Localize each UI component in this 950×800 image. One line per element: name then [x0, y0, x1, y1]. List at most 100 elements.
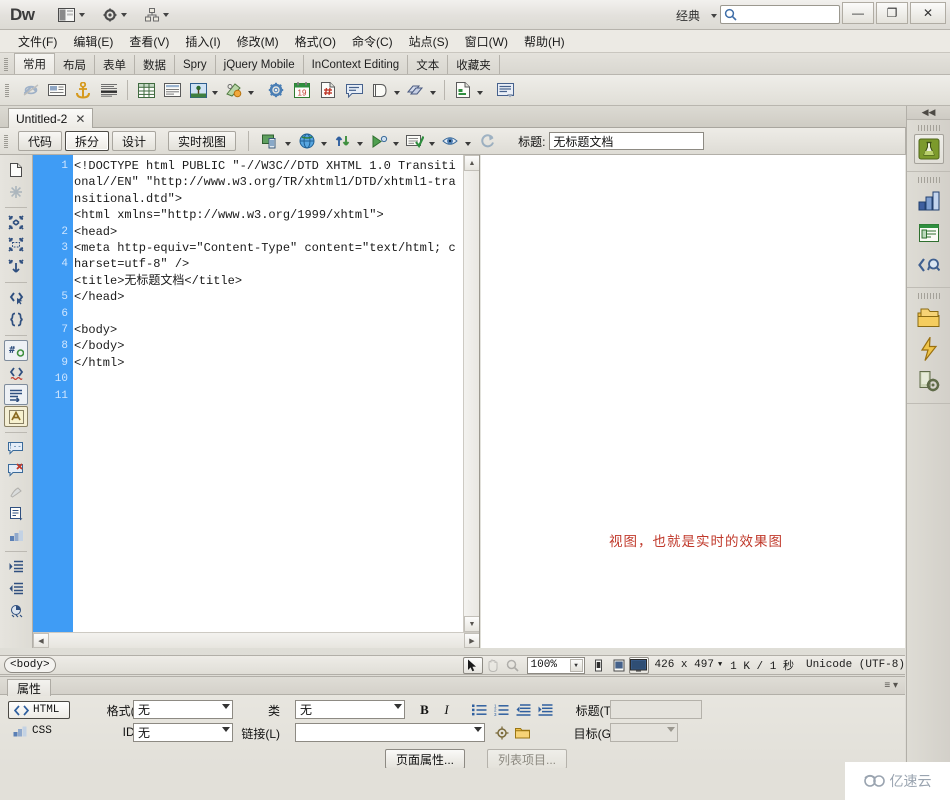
hyperlink-icon[interactable] [18, 78, 44, 102]
assets-panel-icon[interactable] [914, 334, 944, 364]
live-code-icon[interactable] [366, 129, 392, 153]
head-tags-menu[interactable] [367, 78, 403, 102]
code-text[interactable]: <!DOCTYPE html PUBLIC "-//W3C//DTD XHTML… [74, 158, 461, 371]
insert-tab-jquery-mobile[interactable]: jQuery Mobile [216, 55, 304, 74]
panel-grip-icon[interactable] [917, 125, 940, 131]
table-icon[interactable] [133, 78, 159, 102]
horizontal-rule-icon[interactable] [96, 78, 122, 102]
search-input[interactable] [737, 7, 833, 22]
insert-tab-data[interactable]: 数据 [135, 55, 175, 74]
file-management-icon[interactable] [330, 129, 356, 153]
insert-tab-layout[interactable]: 布局 [55, 55, 95, 74]
extend-dreamweaver-button[interactable] [99, 4, 131, 26]
site-management-button[interactable] [141, 4, 173, 26]
date-icon[interactable]: 19 [289, 78, 315, 102]
script-objects-icon[interactable] [403, 78, 429, 102]
chevron-down-icon[interactable]: ▼ [718, 661, 722, 669]
view-design-button[interactable]: 设计 [112, 131, 157, 151]
menu-site[interactable]: 站点(S) [401, 30, 457, 53]
minimize-button[interactable]: — [842, 2, 874, 24]
balance-braces-icon[interactable] [4, 309, 28, 330]
toolbar-gripper-icon[interactable] [5, 84, 9, 97]
file-management-icon[interactable] [4, 181, 28, 202]
code-horizontal-scrollbar[interactable]: ◀ ▶ [33, 632, 479, 648]
zoom-select[interactable]: 100% ▼ [526, 656, 585, 674]
css-styles-icon[interactable] [914, 186, 944, 216]
menu-commands[interactable]: 命令(C) [344, 30, 401, 53]
menu-help[interactable]: 帮助(H) [516, 30, 573, 53]
show-code-navigator-icon[interactable] [4, 600, 28, 621]
move-css-rules-icon[interactable] [4, 525, 28, 546]
multiscreen-icon[interactable] [258, 129, 284, 153]
unordered-list-button[interactable] [470, 700, 489, 719]
panel-gripper-icon[interactable] [4, 58, 8, 71]
business-catalyst-icon[interactable] [914, 366, 944, 396]
html-properties-button[interactable]: HTML [8, 701, 70, 719]
templates-icon[interactable] [450, 78, 476, 102]
validate-markup-menu[interactable] [402, 129, 438, 153]
expand-panels-button[interactable]: ◀◀ [907, 106, 950, 120]
media-icon[interactable] [221, 78, 247, 102]
preview-in-browser-icon[interactable] [294, 129, 320, 153]
list-item-button[interactable]: 列表项目... [487, 749, 568, 769]
email-link-icon[interactable] [44, 78, 70, 102]
media-menu[interactable] [221, 78, 257, 102]
insert-tab-common[interactable]: 常用 [14, 53, 55, 74]
panel-options-menu-icon[interactable]: ≡ ▾ [884, 680, 898, 691]
scroll-down-arrow-icon[interactable]: ▼ [464, 616, 479, 632]
syntax-color-icon[interactable] [4, 406, 28, 427]
scroll-right-arrow-icon[interactable]: ▶ [464, 633, 479, 648]
close-button[interactable]: ✕ [910, 2, 946, 24]
line-numbers-icon[interactable]: # [4, 340, 28, 361]
insert-tab-incontext[interactable]: InContext Editing [304, 55, 409, 74]
named-anchor-icon[interactable] [70, 78, 96, 102]
menu-insert[interactable]: 插入(I) [177, 30, 228, 53]
menu-window[interactable]: 窗口(W) [457, 30, 516, 53]
insert-tab-forms[interactable]: 表单 [95, 55, 135, 74]
outdent-code-icon[interactable] [4, 578, 28, 599]
smartphone-size-icon[interactable] [589, 657, 609, 674]
panel-grip-icon[interactable] [917, 293, 940, 299]
select-tool-icon[interactable] [462, 656, 483, 674]
indent-code-icon[interactable] [4, 556, 28, 577]
scroll-up-arrow-icon[interactable]: ▲ [464, 155, 479, 171]
insert-tab-spry[interactable]: Spry [175, 55, 216, 74]
point-to-file-button[interactable] [492, 723, 511, 742]
adobe-browserlab-icon[interactable] [913, 134, 944, 164]
code-view-pane[interactable]: 1 2 3 4 5 6 7 8 9 10 11 <!DOCTYPE html P… [33, 155, 480, 648]
menu-format[interactable]: 格式(O) [287, 30, 344, 53]
view-code-button[interactable]: 代码 [18, 131, 63, 151]
images-menu[interactable] [185, 78, 221, 102]
multiscreen-menu[interactable] [258, 129, 294, 153]
outdent-button[interactable] [514, 700, 533, 719]
visual-aids-menu[interactable] [438, 129, 474, 153]
widget-icon[interactable] [263, 78, 289, 102]
class-select[interactable]: 无 [295, 700, 405, 719]
link-select[interactable] [295, 723, 485, 742]
scroll-left-arrow-icon[interactable]: ◀ [33, 633, 49, 648]
script-objects-menu[interactable] [403, 78, 439, 102]
remove-comment-icon[interactable] [4, 459, 28, 480]
visual-aids-icon[interactable] [438, 129, 464, 153]
apply-comment-icon[interactable]: !-- [4, 437, 28, 458]
file-management-menu[interactable] [330, 129, 366, 153]
hand-tool-icon[interactable] [483, 657, 503, 674]
files-panel-icon[interactable] [914, 302, 944, 332]
css-properties-button[interactable]: CSS [8, 722, 70, 740]
desktop-size-icon[interactable] [628, 656, 649, 674]
document-tab[interactable]: Untitled-2 ✕ [8, 108, 94, 128]
open-documents-icon[interactable] [4, 159, 28, 180]
select-parent-tag-icon[interactable] [4, 287, 28, 308]
layout-switcher-button[interactable] [54, 4, 89, 26]
insert-tab-favorites[interactable]: 收藏夹 [448, 55, 500, 74]
comment-icon[interactable] [341, 78, 367, 102]
doc-toolbar-gripper-icon[interactable] [4, 135, 8, 148]
indent-button[interactable] [536, 700, 555, 719]
format-select[interactable]: 无 [133, 700, 233, 719]
design-view-pane[interactable]: 视图，也就是实时的效果图 [481, 155, 905, 648]
insert-div-tag-icon[interactable] [159, 78, 185, 102]
menu-view[interactable]: 查看(V) [121, 30, 177, 53]
italic-button[interactable]: I [437, 700, 456, 719]
word-wrap-icon[interactable] [4, 384, 28, 405]
live-code-menu[interactable] [366, 129, 402, 153]
